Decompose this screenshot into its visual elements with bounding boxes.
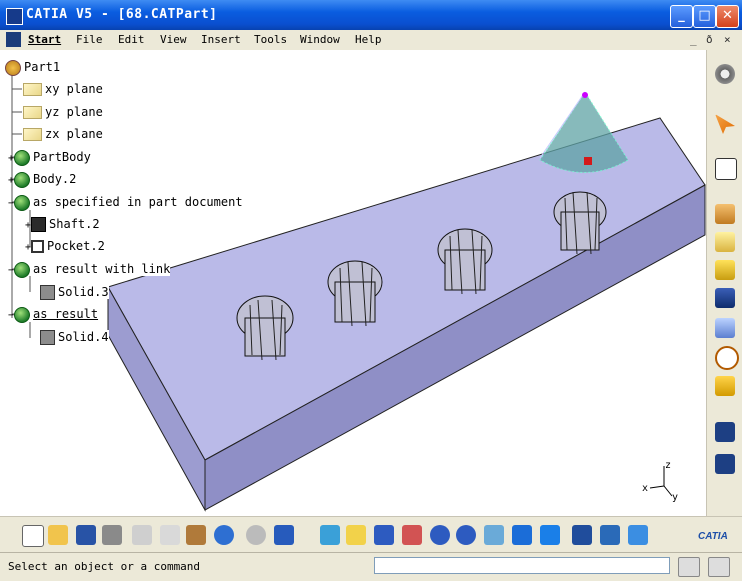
whats-this-icon[interactable]	[274, 525, 294, 545]
normal-view-icon[interactable]	[484, 525, 504, 545]
menu-edit[interactable]: Edit	[118, 33, 145, 46]
menu-bar: Start File Edit View Insert Tools Window…	[0, 30, 742, 51]
menu-view[interactable]: View	[160, 33, 187, 46]
snapshot-icon[interactable]	[715, 454, 735, 474]
plane-icon	[23, 128, 42, 141]
command-ok-button[interactable]	[678, 557, 700, 577]
shading-icon[interactable]	[572, 525, 592, 545]
catia-app-icon[interactable]	[6, 8, 23, 25]
multi-section-icon[interactable]	[715, 318, 735, 338]
multi-view-icon[interactable]	[512, 525, 532, 545]
undo-icon[interactable]	[214, 525, 234, 545]
status-bar: Select an object or a command	[0, 552, 742, 581]
solid-icon	[40, 285, 55, 300]
redo-icon[interactable]	[246, 525, 266, 545]
body-icon	[14, 171, 31, 188]
compass-x-label: x	[642, 483, 649, 494]
pocket-icon	[31, 240, 45, 253]
close-button[interactable]: ✕	[716, 5, 739, 28]
maximize-button[interactable]: □	[693, 5, 716, 28]
plane-icon	[23, 83, 42, 96]
tree-item-shaft2[interactable]: + Shaft.2	[25, 215, 100, 233]
tree-item-solid4[interactable]: Solid.4	[40, 328, 109, 346]
save-icon[interactable]	[76, 525, 96, 545]
menu-help[interactable]: Help	[355, 33, 382, 46]
body-icon	[14, 261, 31, 278]
fit-all-icon[interactable]	[346, 525, 366, 545]
tree-item-pocket2[interactable]: + Pocket.2	[25, 237, 105, 255]
isometric-view-icon[interactable]	[540, 525, 560, 545]
part-icon	[5, 59, 21, 76]
document-icon[interactable]	[6, 32, 21, 47]
gear-icon[interactable]	[715, 64, 735, 84]
rib-icon[interactable]	[715, 288, 735, 308]
tree-item-body2[interactable]: + Body.2	[8, 170, 77, 188]
body-icon	[14, 194, 31, 211]
shaft-icon[interactable]	[715, 260, 735, 280]
shaft-part-3	[437, 228, 493, 295]
shaft-part-2	[327, 260, 383, 327]
solid-icon	[40, 330, 55, 345]
selection-point-marker	[584, 157, 592, 165]
shaft-part-4	[553, 191, 607, 255]
cut-icon[interactable]	[132, 525, 152, 545]
shaft-part-1	[236, 295, 294, 361]
pocket-icon[interactable]	[715, 232, 735, 252]
title-bar: CATIA V5 - [68.CATPart] _ □ ✕	[0, 0, 742, 30]
tree-item-as-result-with-link[interactable]: − as result with link	[8, 260, 171, 278]
mdi-restore-button[interactable]: ð	[706, 33, 713, 46]
tree-root-part1[interactable]: Part1	[5, 58, 61, 76]
zoom-out-icon[interactable]	[456, 525, 476, 545]
tree-item-partbody[interactable]: + PartBody	[8, 148, 91, 166]
body-icon	[14, 306, 31, 323]
mdi-close-button[interactable]: ×	[724, 33, 731, 46]
rotate-icon[interactable]	[402, 525, 422, 545]
copy-icon[interactable]	[160, 525, 180, 545]
tree-item-zx-plane[interactable]: zx plane	[23, 125, 103, 143]
menu-start[interactable]: Start	[28, 33, 61, 46]
menu-file[interactable]: File	[76, 33, 103, 46]
compass-y-label: y	[672, 492, 679, 503]
fly-mode-icon[interactable]	[320, 525, 340, 545]
body-icon	[14, 149, 31, 166]
compass-z-label: z	[665, 460, 672, 471]
menu-tools[interactable]: Tools	[254, 33, 287, 46]
select-arrow-icon[interactable]	[715, 114, 735, 134]
bottom-toolbar: CATIA	[0, 516, 742, 553]
open-folder-icon[interactable]	[48, 525, 68, 545]
catia-logo: CATIA	[698, 531, 728, 542]
new-file-icon[interactable]	[22, 525, 44, 547]
shaft-icon	[31, 217, 47, 232]
window-title: CATIA V5 - [68.CATPart]	[26, 7, 218, 22]
pan-icon[interactable]	[374, 525, 394, 545]
zoom-in-icon[interactable]	[430, 525, 450, 545]
paste-icon[interactable]	[186, 525, 206, 545]
tree-item-as-result[interactable]: − as result	[8, 305, 99, 323]
specification-tree: Part1 xy plane yz plane zx plane + PartBo…	[0, 50, 243, 350]
tree-item-yz-plane[interactable]: yz plane	[23, 103, 103, 121]
print-icon[interactable]	[102, 525, 122, 545]
tree-item-as-specified[interactable]: − as specified in part document	[8, 193, 243, 211]
hole-icon[interactable]	[715, 346, 739, 370]
tree-item-xy-plane[interactable]: xy plane	[23, 80, 103, 98]
menu-window[interactable]: Window	[300, 33, 340, 46]
plane-icon	[23, 106, 42, 119]
measure-icon[interactable]	[715, 422, 735, 442]
status-message: Select an object or a command	[8, 560, 201, 573]
hide-show-icon[interactable]	[600, 525, 620, 545]
command-search-button[interactable]	[708, 557, 730, 577]
pad-icon[interactable]	[715, 204, 735, 224]
minimize-button[interactable]: _	[670, 5, 693, 28]
tree-item-solid3[interactable]: Solid.3	[40, 283, 109, 301]
right-toolbar	[706, 50, 742, 516]
command-input[interactable]	[374, 557, 670, 574]
mdi-minimize-button[interactable]: _	[690, 33, 697, 46]
sketch-icon[interactable]	[715, 158, 737, 180]
swap-space-icon[interactable]	[628, 525, 648, 545]
fillet-icon[interactable]	[715, 376, 735, 396]
menu-insert[interactable]: Insert	[201, 33, 241, 46]
